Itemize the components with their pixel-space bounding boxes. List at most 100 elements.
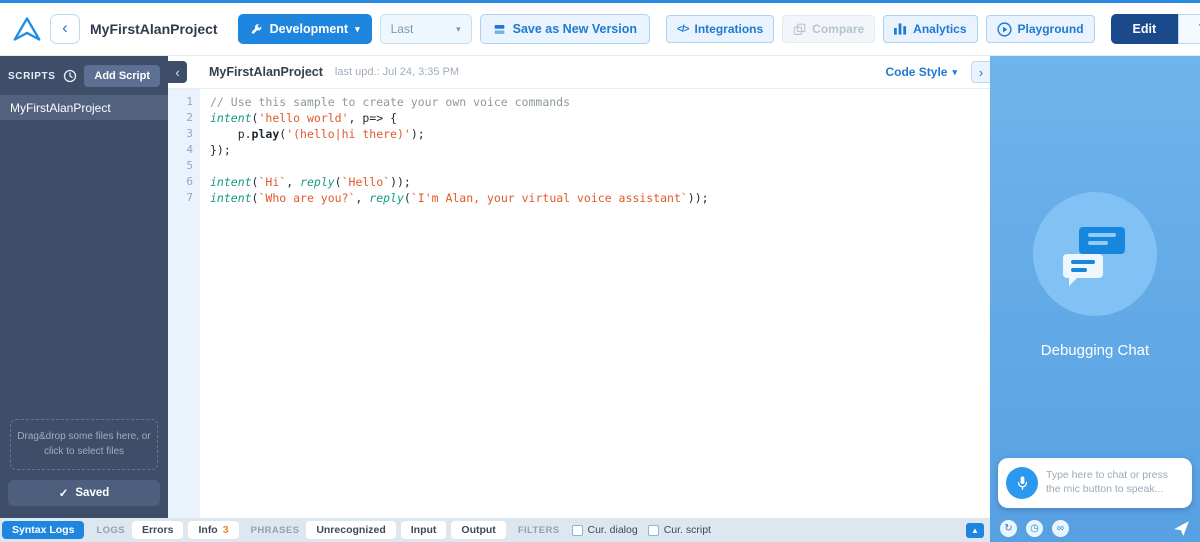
edit-label: Edit — [1132, 22, 1157, 36]
chevron-down-icon: ▾ — [952, 66, 957, 77]
debugging-chat-circle — [1033, 192, 1157, 316]
link-button[interactable]: ∞ — [1052, 520, 1069, 537]
playground-button[interactable]: Playground — [985, 15, 1095, 43]
mic-button[interactable] — [1006, 467, 1038, 499]
paper-plane-icon — [1174, 521, 1189, 536]
errors-filter-button[interactable]: Errors — [131, 521, 184, 539]
line-number: 3 — [186, 127, 193, 140]
versions-icon — [494, 24, 504, 34]
edit-test-toggle: Edit Test — [1110, 14, 1200, 44]
link-icon: ∞ — [1056, 522, 1065, 534]
version-select-value: Last — [390, 22, 414, 36]
version-select[interactable]: Last ▾ — [379, 14, 472, 44]
main-content: SCRIPTS Add Script MyFirstAlanProject Dr — [0, 56, 1200, 542]
editor-body: 1 2 3 4 5 6 7 // Use this sample to create you… — [168, 89, 990, 518]
add-script-button[interactable]: Add Script — [84, 65, 160, 87]
test-toggle[interactable]: Test — [1178, 14, 1200, 44]
chevron-up-icon: ▲ — [971, 525, 979, 535]
timer-button[interactable]: ◷ — [1026, 520, 1043, 537]
restart-dialog-button[interactable]: ↻ — [1000, 520, 1017, 537]
history-icon — [63, 69, 76, 83]
debug-panel-footer: ↻ ◷ ∞ — [1000, 520, 1190, 537]
edit-toggle[interactable]: Edit — [1110, 14, 1179, 44]
timer-icon: ◷ — [1030, 522, 1039, 534]
back-button[interactable]: ‹ — [50, 14, 80, 44]
input-label: Input — [410, 524, 437, 536]
code-line: // Use this sample to create your own vo… — [210, 95, 571, 109]
debugging-chat-panel: Debugging Chat ↻ ◷ ∞ — [990, 56, 1200, 542]
sidebar-item-script[interactable]: MyFirstAlanProject — [0, 95, 168, 120]
cur-script-filter: Cur. script — [647, 524, 711, 536]
line-number: 6 — [186, 175, 193, 188]
syntax-logs-button[interactable]: Syntax Logs — [2, 521, 85, 539]
check-icon: ✓ — [58, 488, 69, 500]
cur-script-checkbox[interactable] — [647, 524, 659, 536]
chevron-down-icon: ▾ — [355, 23, 360, 34]
save-as-new-version-button[interactable]: Save as New Version — [479, 14, 651, 44]
unrecognized-filter-button[interactable]: Unrecognized — [306, 521, 396, 539]
logs-label: LOGS — [96, 524, 125, 536]
line-numbers: 1 2 3 4 5 6 7 — [168, 89, 200, 518]
integrations-button[interactable]: </> Integrations — [666, 15, 775, 43]
analytics-icon — [894, 23, 907, 35]
compare-label: Compare — [812, 22, 865, 36]
unrecognized-label: Unrecognized — [316, 524, 386, 536]
code-icon: </> — [677, 23, 690, 35]
compare-icon — [793, 23, 806, 35]
analytics-label: Analytics — [913, 22, 967, 36]
send-button[interactable] — [1173, 520, 1190, 537]
file-dropzone[interactable]: Drag&drop some files here, or click to s… — [10, 419, 158, 470]
chevron-down-icon: ▾ — [456, 23, 461, 34]
code-style-button[interactable]: Code Style ▾ — [885, 65, 957, 79]
cur-dialog-filter: Cur. dialog — [571, 524, 638, 536]
saved-button[interactable]: ✓ Saved — [8, 480, 160, 506]
play-icon — [996, 21, 1012, 37]
code-line: intent('hello world', p=> { — [210, 111, 397, 125]
info-filter-button[interactable]: Info 3 — [188, 521, 239, 539]
compare-button: Compare — [782, 15, 876, 43]
code-editor-panel: ‹ MyFirstAlanProject last upd.: Jul 24, … — [168, 56, 990, 518]
syntax-logs-label: Syntax Logs — [12, 524, 75, 536]
playground-label: Playground — [1017, 22, 1084, 36]
expand-console-button[interactable]: ▲ — [966, 522, 984, 538]
phrases-label: PHRASES — [250, 524, 300, 536]
line-number: 2 — [186, 111, 193, 124]
code-line: intent(`Who are you?`, reply(`I'm Alan, … — [210, 191, 709, 205]
refresh-icon: ↻ — [1004, 522, 1013, 534]
cur-dialog-label: Cur. dialog — [587, 524, 638, 536]
analytics-button[interactable]: Analytics — [883, 15, 978, 43]
environment-dropdown[interactable]: Development ▾ — [237, 14, 372, 44]
errors-label: Errors — [141, 524, 174, 536]
debugging-chat-title: Debugging Chat — [1040, 342, 1150, 359]
environment-label: Development — [269, 22, 349, 36]
chevron-left-icon: ‹ — [62, 18, 68, 37]
collapse-panel-button[interactable]: › — [971, 61, 990, 83]
integrations-label: Integrations — [694, 22, 764, 36]
info-count-badge: 3 — [222, 524, 229, 536]
output-filter-button[interactable]: Output — [451, 521, 506, 539]
code-line: p.play('(hello|hi there)'); — [210, 127, 425, 141]
chevron-right-icon: › — [978, 64, 984, 80]
input-filter-button[interactable]: Input — [400, 521, 447, 539]
code-line: intent(`Hi`, reply(`Hello`)); — [210, 175, 411, 189]
sidebar-item-label: MyFirstAlanProject — [10, 100, 111, 115]
collapse-sidebar-button[interactable]: ‹ — [168, 61, 187, 83]
saved-label: Saved — [75, 487, 110, 499]
chat-bubbles-icon — [1063, 227, 1127, 286]
alan-logo[interactable] — [12, 15, 42, 43]
editor-script-title: MyFirstAlanProject — [209, 65, 323, 79]
mic-icon — [1017, 476, 1027, 490]
chat-input[interactable] — [1038, 468, 1184, 498]
code-lines[interactable]: // Use this sample to create your own vo… — [200, 89, 990, 518]
filters-label: FILTERS — [517, 524, 560, 536]
cur-dialog-checkbox[interactable] — [571, 524, 583, 536]
chevron-left-icon: ‹ — [175, 64, 180, 80]
topbar: ‹ MyFirstAlanProject Development ▾ Last … — [0, 3, 1200, 56]
sidebar-header: SCRIPTS Add Script — [0, 56, 168, 95]
output-label: Output — [461, 524, 496, 536]
history-button[interactable] — [63, 69, 77, 83]
save-as-new-version-label: Save as New Version — [512, 22, 638, 36]
code-line: }); — [210, 143, 231, 157]
project-title: MyFirstAlanProject — [90, 21, 218, 37]
alan-studio-app: ‹ MyFirstAlanProject Development ▾ Last … — [0, 0, 1200, 542]
